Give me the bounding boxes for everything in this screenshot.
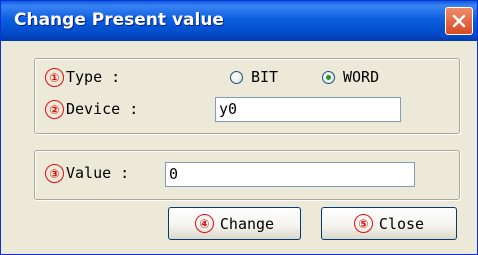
value-label: Value : bbox=[66, 164, 130, 182]
annotation-number-4: ④ bbox=[194, 214, 214, 233]
change-button-label: Change bbox=[219, 214, 275, 233]
dialog-title: Change Present value bbox=[14, 10, 224, 30]
annotation-number-2: ② bbox=[45, 100, 64, 119]
device-label: Device : bbox=[66, 100, 139, 118]
radio-word[interactable] bbox=[322, 71, 335, 84]
close-button-label: Close bbox=[378, 214, 425, 233]
change-present-value-dialog: Change Present value ① Type : BIT WORD ②… bbox=[0, 0, 478, 255]
change-button[interactable]: ④ Change bbox=[168, 207, 301, 240]
radio-bit-label[interactable]: BIT bbox=[251, 68, 278, 86]
radio-bit[interactable] bbox=[230, 71, 243, 84]
radio-word-label[interactable]: WORD bbox=[343, 68, 379, 86]
type-label: Type : bbox=[66, 68, 121, 86]
device-input[interactable]: y0 bbox=[215, 97, 401, 122]
annotation-number-5: ⑤ bbox=[353, 214, 373, 233]
close-button[interactable]: ⑤ Close bbox=[321, 207, 457, 240]
title-bar[interactable]: Change Present value bbox=[1, 1, 477, 41]
annotation-number-1: ① bbox=[45, 68, 64, 87]
annotation-number-3: ③ bbox=[45, 164, 64, 183]
close-x-icon[interactable] bbox=[445, 7, 473, 35]
value-input[interactable]: 0 bbox=[165, 162, 415, 187]
